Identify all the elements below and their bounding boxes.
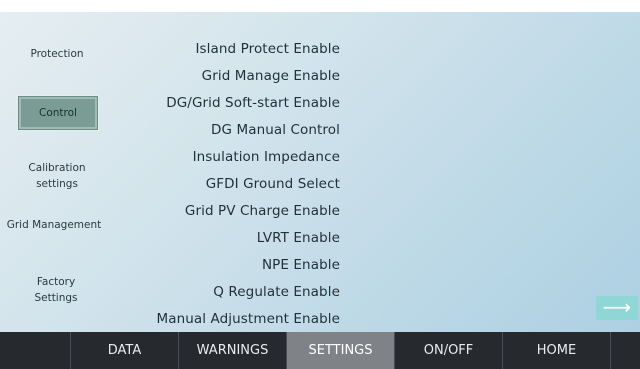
nav-tab-settings[interactable]: SETTINGS (287, 332, 395, 369)
setting-lvrt-enable[interactable]: LVRT Enable (257, 230, 340, 246)
nav-tab-on-off[interactable]: ON/OFF (395, 332, 503, 369)
settings-screen: Protection Control Calibration settings … (0, 0, 640, 369)
bottom-navbar: DATA WARNINGS SETTINGS ON/OFF HOME (0, 332, 640, 369)
setting-q-regulate-enable[interactable]: Q Regulate Enable (213, 284, 340, 300)
next-page-button[interactable]: ⟶ (596, 296, 638, 320)
setting-npe-enable[interactable]: NPE Enable (262, 257, 340, 273)
right-arrow-icon: ⟶ (602, 295, 632, 319)
nav-blank-left (0, 332, 71, 369)
setting-gfdi-ground-select[interactable]: GFDI Ground Select (206, 176, 340, 192)
menu-item-factory-settings[interactable]: Factory Settings (28, 274, 84, 306)
setting-insulation-impedance[interactable]: Insulation Impedance (193, 149, 340, 165)
menu-item-protection[interactable]: Protection (18, 45, 96, 64)
menu-item-grid-management[interactable]: Grid Management (4, 217, 104, 233)
menu-item-control[interactable]: Control (18, 96, 98, 130)
menu-item-calibration-settings[interactable]: Calibration settings (18, 160, 96, 192)
setting-dg-grid-soft-start-enable[interactable]: DG/Grid Soft-start Enable (166, 95, 340, 111)
setting-dg-manual-control[interactable]: DG Manual Control (211, 122, 340, 138)
nav-tab-warnings[interactable]: WARNINGS (179, 332, 287, 369)
nav-tab-home[interactable]: HOME (503, 332, 611, 369)
setting-grid-manage-enable[interactable]: Grid Manage Enable (202, 68, 340, 84)
nav-blank-right (611, 332, 640, 369)
setting-island-protect-enable[interactable]: Island Protect Enable (195, 41, 340, 57)
setting-grid-pv-charge-enable[interactable]: Grid PV Charge Enable (185, 203, 340, 219)
nav-tab-data[interactable]: DATA (71, 332, 179, 369)
setting-manual-adjustment-enable[interactable]: Manual Adjustment Enable (156, 311, 340, 327)
top-band (0, 0, 640, 12)
